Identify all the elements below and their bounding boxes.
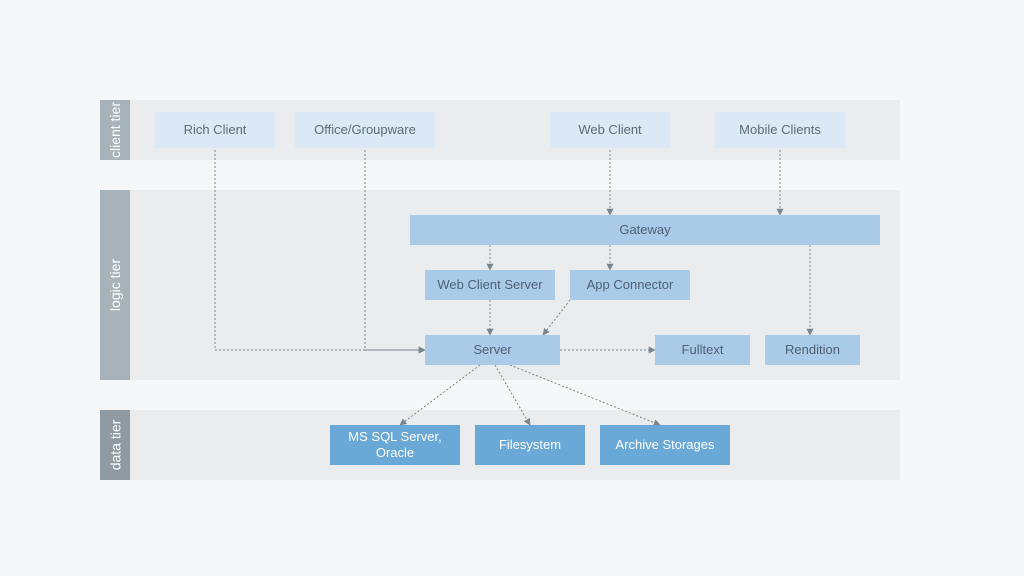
client-tier-text: client tier — [107, 102, 123, 158]
node-app-connector: App Connector — [570, 270, 690, 300]
node-server: Server — [425, 335, 560, 365]
node-fulltext: Fulltext — [655, 335, 750, 365]
node-archive: Archive Storages — [600, 425, 730, 465]
node-office-groupware: Office/Groupware — [295, 112, 435, 148]
node-filesystem: Filesystem — [475, 425, 585, 465]
node-web-client: Web Client — [550, 112, 670, 148]
node-rich-client: Rich Client — [155, 112, 275, 148]
data-tier-text: data tier — [107, 420, 123, 471]
client-tier-label: client tier — [100, 100, 130, 160]
logic-tier-label: logic tier — [100, 190, 130, 380]
node-mobile-clients: Mobile Clients — [715, 112, 845, 148]
architecture-diagram: client tier logic tier data tier — [100, 100, 900, 490]
logic-tier-text: logic tier — [107, 259, 123, 311]
data-tier-label: data tier — [100, 410, 130, 480]
node-db: MS SQL Server, Oracle — [330, 425, 460, 465]
node-web-client-server: Web Client Server — [425, 270, 555, 300]
node-rendition: Rendition — [765, 335, 860, 365]
node-gateway: Gateway — [410, 215, 880, 245]
